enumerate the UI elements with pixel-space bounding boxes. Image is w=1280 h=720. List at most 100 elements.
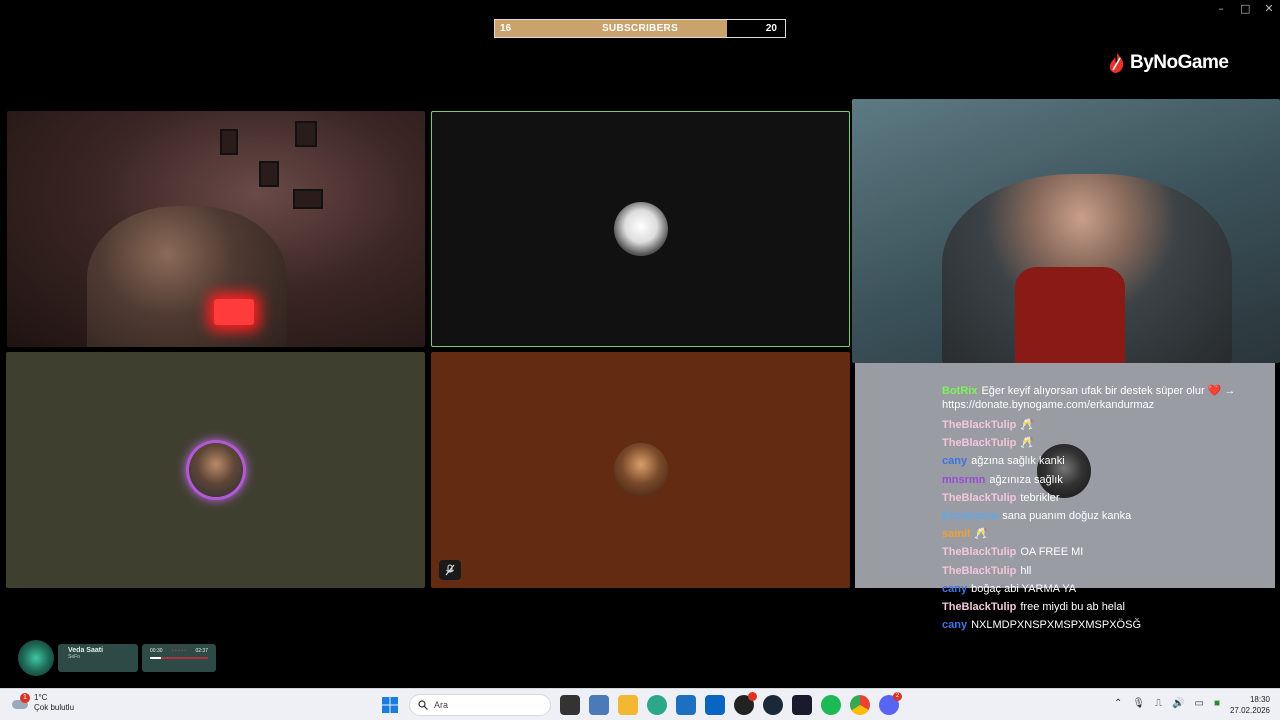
volume-icon[interactable]: 🔊 bbox=[1172, 698, 1184, 709]
chat-username[interactable]: cany bbox=[942, 583, 967, 595]
search-icon bbox=[418, 700, 428, 710]
chat-username[interactable]: mnsrmn bbox=[942, 474, 985, 486]
participant-avatar bbox=[613, 202, 668, 256]
network-icon[interactable]: ⎍ bbox=[1155, 698, 1162, 709]
chat-message: TheBlackTulip 🥂 bbox=[942, 416, 1272, 434]
battery-icon[interactable]: ▭ bbox=[1195, 698, 1204, 709]
chat-username[interactable]: Eccohomo bbox=[942, 510, 998, 522]
track-dots: • • • • • bbox=[171, 648, 187, 654]
microphone-icon[interactable]: 🎙 bbox=[1132, 698, 1145, 709]
chat-username[interactable]: samil bbox=[942, 528, 970, 540]
participant-webcam-1 bbox=[7, 111, 425, 347]
taskbar-apps: Ara 2 bbox=[380, 692, 902, 716]
taskbar-search[interactable]: Ara bbox=[409, 694, 551, 716]
chat-username[interactable]: BotRix bbox=[942, 385, 977, 397]
chat-text: 🥂 bbox=[1020, 419, 1035, 431]
track-progress-fill bbox=[150, 657, 162, 659]
chat-username[interactable]: TheBlackTulip bbox=[942, 546, 1016, 558]
participant-avatar bbox=[613, 443, 668, 497]
chat-message: cany ağzına sağlık kanki bbox=[942, 452, 1272, 470]
outlook-icon[interactable] bbox=[705, 695, 725, 715]
chat-message: cany boğaç abi YARMA YA bbox=[942, 580, 1272, 598]
spotify-icon[interactable] bbox=[821, 695, 841, 715]
album-art bbox=[18, 640, 54, 676]
close-button[interactable]: ✕ bbox=[1264, 2, 1274, 15]
recording-dot bbox=[748, 692, 757, 701]
chat-text: ağzınıza sağlık bbox=[989, 473, 1063, 486]
steam-icon[interactable] bbox=[763, 695, 783, 715]
track-elapsed: 00:30 bbox=[150, 648, 163, 654]
weather-badge: 1 bbox=[20, 693, 30, 703]
task-view-icon[interactable] bbox=[560, 695, 580, 715]
red-shirt bbox=[1015, 267, 1125, 363]
track-progress-bar bbox=[150, 657, 208, 659]
clock-date: 27.02.2026 bbox=[1229, 706, 1270, 715]
chevron-up-icon[interactable]: ⌃ bbox=[1114, 698, 1122, 709]
chat-message: mnsrmn ağzınıza sağlık bbox=[942, 471, 1272, 489]
edge-icon[interactable] bbox=[647, 695, 667, 715]
wall-frame bbox=[220, 129, 238, 155]
chat-message: TheBlackTulip 🥂 bbox=[942, 434, 1272, 452]
search-placeholder: Ara bbox=[434, 700, 449, 710]
store-icon[interactable] bbox=[589, 695, 609, 715]
chat-text: free miydi bu ab helal bbox=[1020, 601, 1125, 614]
system-tray: ⌃ 🎙 ⎍ 🔊 ▭ ■ bbox=[1114, 698, 1220, 709]
windows-start-icon[interactable] bbox=[380, 695, 400, 715]
weather-widget[interactable]: 1 1°C Çok bulutlu bbox=[12, 693, 74, 713]
weather-desc: Çok bulutlu bbox=[34, 703, 75, 712]
file-explorer-icon[interactable] bbox=[618, 695, 638, 715]
windows-taskbar: 1 1°C Çok bulutlu Ara 2 ⌃ 🎙 ⎍ 🔊 ▭ ■ 18:3… bbox=[0, 688, 1280, 720]
chat-message: BotRix Eğer keyif alıyorsan ufak bir dest… bbox=[942, 384, 1272, 412]
subscriber-goal-bar: SUBSCRIBERS 16 20 bbox=[494, 19, 786, 38]
minimize-button[interactable]: – bbox=[1216, 2, 1226, 15]
obs-icon[interactable] bbox=[734, 692, 757, 715]
wall-frame bbox=[293, 189, 323, 209]
chat-text: 🥂 bbox=[1020, 437, 1035, 450]
chat-username[interactable]: TheBlackTulip bbox=[942, 419, 1016, 431]
track-progress: 00:30 • • • • • 02:37 bbox=[142, 644, 216, 672]
track-artist: SeFo bbox=[68, 654, 80, 660]
mic-off-icon bbox=[439, 560, 461, 580]
microsoft-store-icon[interactable] bbox=[676, 695, 696, 715]
streamer-silhouette bbox=[87, 206, 287, 347]
wall-frame bbox=[259, 161, 279, 187]
chat-text: ağzına sağlık kanki bbox=[971, 455, 1065, 468]
subscriber-current: 16 bbox=[500, 23, 512, 34]
maximize-button[interactable]: □ bbox=[1240, 2, 1250, 15]
chat-username[interactable]: TheBlackTulip bbox=[942, 601, 1016, 613]
chat-text: NXLMDPXNSPXMSPXMSPXÖSĞ bbox=[971, 619, 1142, 632]
chat-username[interactable]: TheBlackTulip bbox=[942, 437, 1016, 449]
weather-temp: 1°C bbox=[34, 693, 48, 702]
chat-message: TheBlackTulip hll bbox=[942, 562, 1272, 580]
chrome-icon[interactable] bbox=[850, 695, 870, 715]
participant-tile-3[interactable] bbox=[6, 352, 425, 588]
mic-off-glyph bbox=[445, 564, 455, 576]
participant-tile-2[interactable] bbox=[431, 111, 850, 347]
chat-message: TheBlackTulip tebrikler bbox=[942, 489, 1272, 507]
chat-text: sana puanım doğuz kanka bbox=[1002, 510, 1132, 523]
chat-text: Eğer keyif alıyorsan ufak bir destek süp… bbox=[942, 385, 1236, 411]
track-info: Veda Saati SeFo bbox=[58, 644, 138, 672]
chat-username[interactable]: cany bbox=[942, 619, 967, 631]
participant-tile-4[interactable] bbox=[431, 352, 850, 588]
chat-message: TheBlackTulip OA FREE MI bbox=[942, 543, 1272, 561]
chat-username[interactable]: cany bbox=[942, 455, 967, 467]
chat-username[interactable]: TheBlackTulip bbox=[942, 492, 1016, 504]
stream-canvas: – □ ✕ SUBSCRIBERS 16 20 ByNoGame BotRix … bbox=[0, 0, 1280, 688]
chat-text: boğaç abi YARMA YA bbox=[971, 582, 1077, 595]
chat-username[interactable]: TheBlackTulip bbox=[942, 565, 1016, 577]
chat-text: 🥂 bbox=[974, 528, 988, 541]
chat-text: OA FREE MI bbox=[1020, 546, 1084, 559]
app-icon[interactable] bbox=[792, 695, 812, 715]
clock[interactable]: 18:30 27.02.2026 bbox=[1230, 694, 1270, 716]
app-tray-icon[interactable]: ■ bbox=[1214, 698, 1220, 709]
wall-frame bbox=[295, 121, 317, 147]
chat-feed: BotRix Eğer keyif alıyorsan ufak bir dest… bbox=[942, 384, 1272, 634]
chat-message: cany NXLMDPXNSPXMSPXMSPXÖSĞ bbox=[942, 616, 1272, 634]
discord-icon[interactable]: 2 bbox=[879, 692, 902, 715]
red-led-light bbox=[214, 299, 254, 325]
logo-text: ByNoGame bbox=[1130, 52, 1229, 73]
participant-avatar-speaking bbox=[188, 443, 243, 497]
participant-webcam-2 bbox=[852, 99, 1280, 363]
subscriber-goal: 20 bbox=[765, 23, 777, 34]
